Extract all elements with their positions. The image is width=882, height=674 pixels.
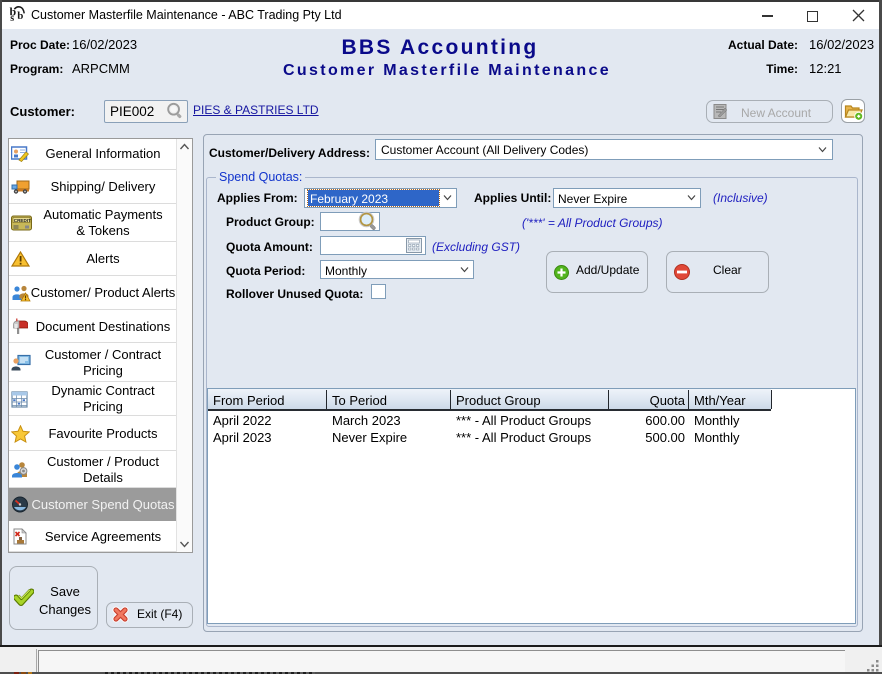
- svg-text:s: s: [10, 13, 14, 24]
- svg-text:b: b: [17, 10, 23, 22]
